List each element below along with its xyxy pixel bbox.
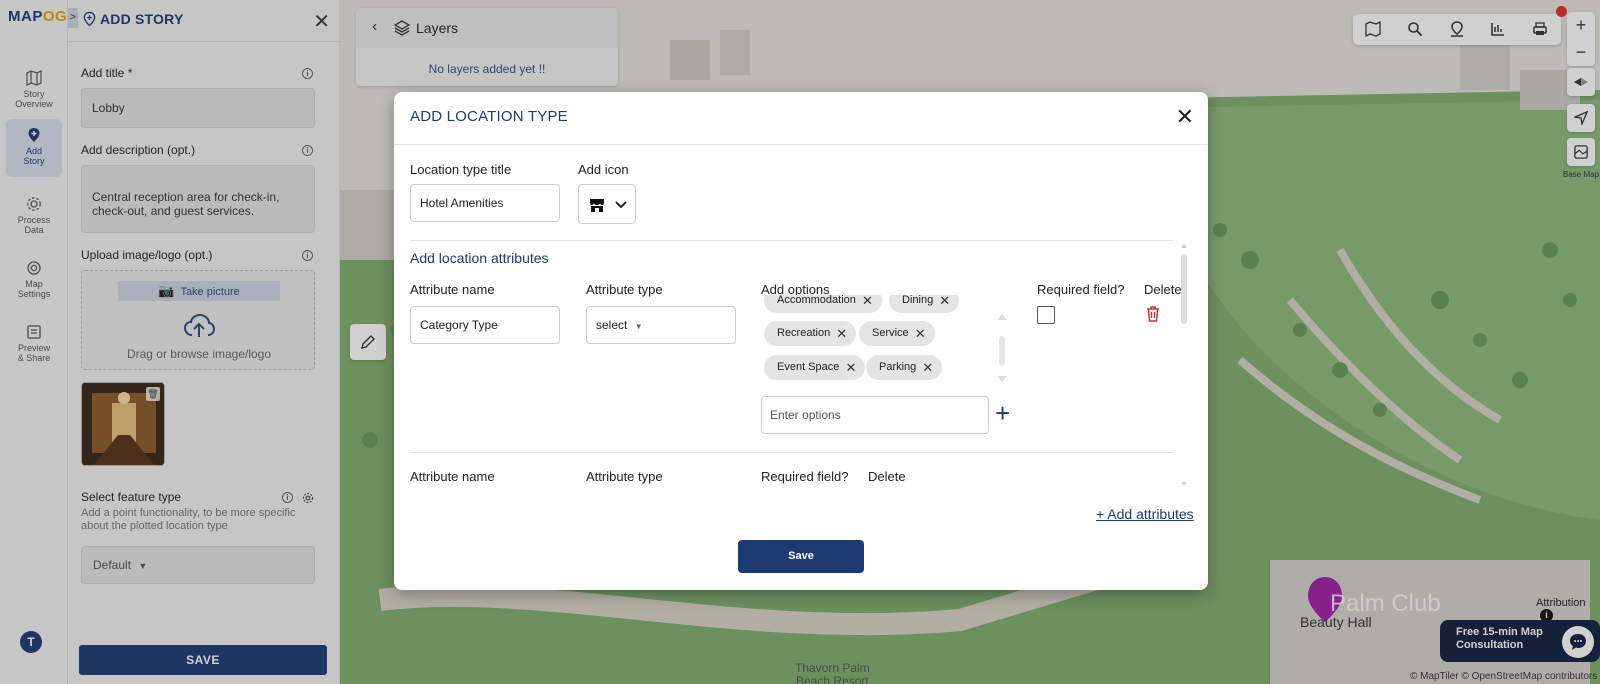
modal-save-button[interactable]: Save: [738, 540, 864, 573]
section-divider: [410, 240, 1173, 241]
add-location-type-modal: ADD LOCATION TYPE ✕ Location type title …: [394, 92, 1208, 590]
remove-option-icon[interactable]: ✕: [836, 321, 847, 346]
option-chip: Accommodation ✕: [764, 295, 882, 313]
remove-option-icon[interactable]: ✕: [922, 355, 933, 380]
attribute-type-label-2: Attribute type: [586, 469, 663, 484]
remove-option-icon[interactable]: ✕: [845, 355, 856, 380]
store-icon: [590, 199, 604, 212]
option-chip: Recreation ✕: [764, 321, 857, 346]
caret-down-icon: ▼: [634, 322, 643, 331]
attribute-name-label-2: Attribute name: [410, 469, 495, 484]
required-field-label: Required field?: [1037, 282, 1125, 297]
option-chip-label: Accommodation: [777, 295, 856, 306]
chip-scrollbar[interactable]: [994, 310, 1010, 386]
delete-label: Delete: [1144, 282, 1182, 297]
app-root: Beauty Hall Palm Club Thavorn Palm Beach…: [0, 0, 1600, 684]
icon-picker-select[interactable]: [578, 184, 636, 224]
attribute-divider: [410, 452, 1173, 453]
attribute-type-label: Attribute type: [586, 282, 663, 297]
option-chip-label: Recreation: [777, 327, 831, 339]
trash-icon[interactable]: [1146, 306, 1160, 322]
location-type-title-label: Location type title: [410, 162, 512, 177]
required-field-label-2: Required field?: [761, 469, 849, 484]
option-chip: Dining ✕: [889, 295, 960, 313]
attribute-name-label: Attribute name: [410, 282, 495, 297]
option-chip-label: Service: [872, 327, 909, 339]
option-chip: Service ✕: [859, 321, 935, 346]
option-chip: Parking ✕: [866, 355, 943, 380]
chevron-down-icon: [615, 201, 627, 209]
add-icon-label: Add icon: [578, 162, 629, 177]
add-attributes-link[interactable]: + Add attributes: [1096, 506, 1194, 522]
attribute-name-input[interactable]: Category Type: [410, 306, 560, 344]
location-type-title-input[interactable]: Hotel Amenities: [410, 184, 560, 222]
enter-options-input[interactable]: Enter options: [761, 396, 989, 434]
option-chip: Event Space ✕: [764, 355, 866, 380]
modal-header-divider: [394, 144, 1208, 145]
option-chip-label: Event Space: [777, 361, 840, 373]
modal-title: ADD LOCATION TYPE: [410, 108, 568, 125]
remove-option-icon[interactable]: ✕: [862, 295, 873, 313]
attributes-scrollbar[interactable]: [1180, 242, 1188, 490]
required-checkbox[interactable]: [1037, 306, 1055, 324]
delete-label-2: Delete: [868, 469, 906, 484]
attribute-type-select[interactable]: select ▼: [586, 306, 736, 344]
attributes-heading: Add location attributes: [410, 250, 549, 266]
modal-close-button[interactable]: ✕: [1176, 104, 1194, 130]
options-chip-area: Accommodation ✕ Dining ✕ Recreation ✕ Servi…: [761, 295, 1001, 391]
attribute-type-value: select: [596, 318, 628, 332]
option-chip-label: Parking: [879, 361, 917, 373]
remove-option-icon[interactable]: ✕: [939, 295, 950, 313]
add-option-plus-icon[interactable]: +: [995, 398, 1010, 428]
remove-option-icon[interactable]: ✕: [915, 321, 926, 346]
option-chip-label: Dining: [902, 295, 934, 306]
